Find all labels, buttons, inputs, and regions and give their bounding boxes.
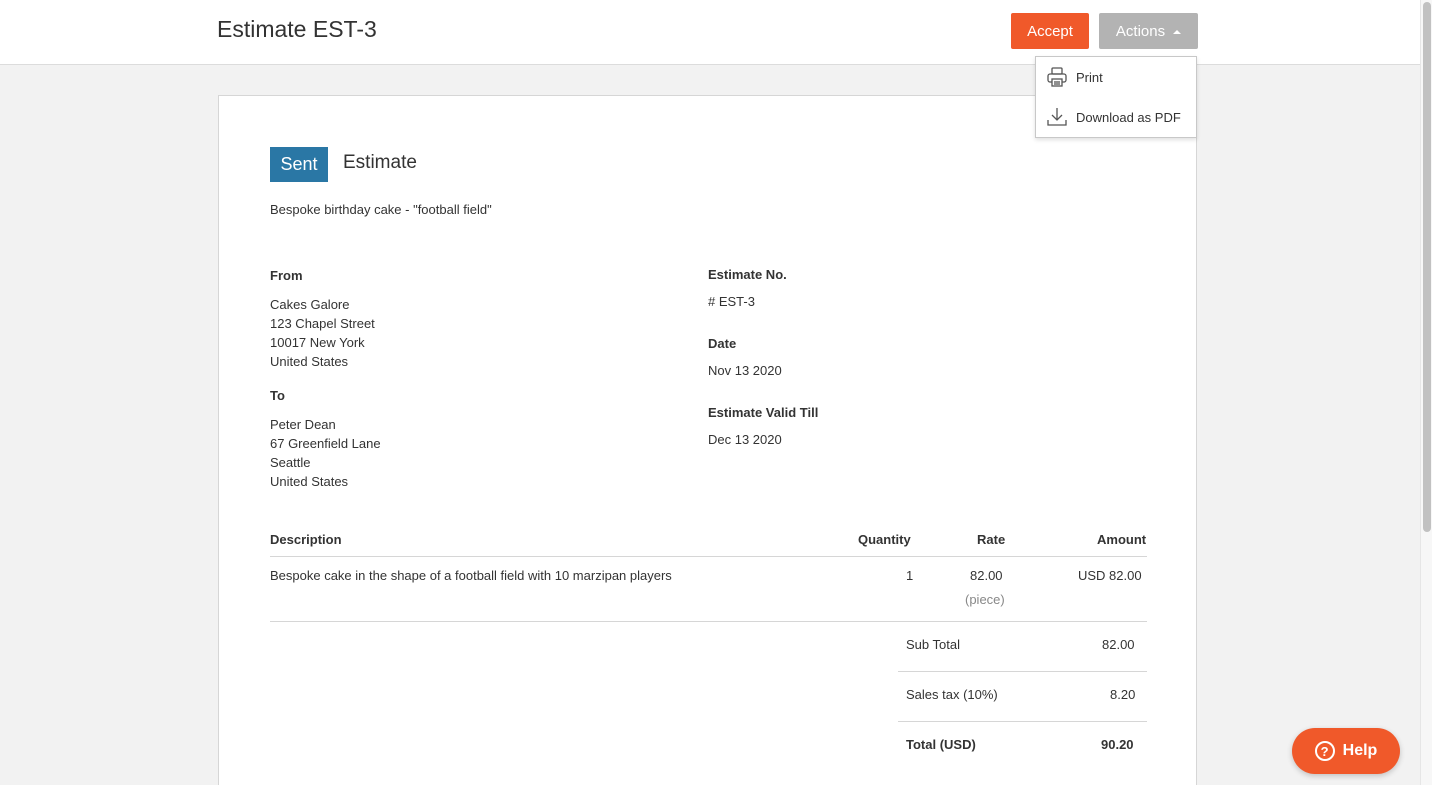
- line-item-quantity: 1: [906, 568, 914, 583]
- sub-total-label: Sub Total: [906, 637, 960, 652]
- menu-item-label: Download as PDF: [1076, 109, 1181, 125]
- menu-item-print[interactable]: Print: [1036, 57, 1196, 97]
- column-header-amount: Amount: [1097, 532, 1147, 547]
- line-item-unit: (piece): [965, 592, 1005, 607]
- printer-icon: [1047, 67, 1067, 87]
- sub-total-value: 82.00: [1102, 637, 1135, 652]
- table-row-divider: [270, 621, 1147, 622]
- column-header-quantity: Quantity: [858, 532, 911, 547]
- totals-divider: [898, 721, 1147, 722]
- page-scrollbar[interactable]: [1420, 0, 1432, 785]
- address-line: 67 Greenfield Lane: [270, 436, 381, 451]
- help-label: Help: [1342, 742, 1378, 759]
- download-icon: [1047, 108, 1067, 126]
- table-header-divider: [270, 556, 1147, 557]
- scrollbar-thumb[interactable]: [1423, 2, 1431, 532]
- to-address: Peter Dean 67 Greenfield Lane Seattle Un…: [270, 415, 381, 491]
- date-value: Nov 13 2020: [708, 363, 782, 378]
- question-icon: ?: [1314, 741, 1335, 761]
- column-header-rate: Rate: [977, 532, 1006, 547]
- actions-button-label: Actions: [1115, 22, 1166, 40]
- status-badge: Sent: [270, 147, 328, 182]
- line-item-amount: USD 82.00: [1078, 568, 1142, 583]
- totals-divider: [898, 671, 1147, 672]
- column-header-description: Description: [270, 532, 342, 547]
- address-line: Peter Dean: [270, 417, 336, 432]
- valid-till-label: Estimate Valid Till: [708, 405, 819, 420]
- from-address: Cakes Galore 123 Chapel Street 10017 New…: [270, 295, 375, 371]
- address-line: Cakes Galore: [270, 297, 350, 312]
- actions-dropdown-menu: Print Download as PDF: [1035, 56, 1197, 138]
- address-line: 123 Chapel Street: [270, 316, 375, 331]
- address-line: United States: [270, 354, 349, 369]
- total-label: Total (USD): [906, 737, 976, 752]
- address-line: United States: [270, 474, 349, 489]
- estimate-no-value: # EST-3: [708, 294, 755, 309]
- top-bar: Estimate EST-3 Accept Actions: [0, 0, 1420, 65]
- help-button[interactable]: ? Help: [1292, 728, 1400, 774]
- accept-button[interactable]: Accept: [1011, 13, 1089, 49]
- estimate-no-label: Estimate No.: [708, 267, 787, 282]
- address-line: Seattle: [270, 455, 311, 470]
- sales-tax-value: 8.20: [1110, 687, 1136, 702]
- from-label: From: [270, 268, 303, 283]
- caret-up-icon: [1173, 30, 1182, 34]
- line-item-rate: 82.00: [970, 568, 1003, 583]
- menu-item-download-pdf[interactable]: Download as PDF: [1036, 97, 1196, 137]
- menu-item-label: Print: [1076, 69, 1103, 85]
- document-type: Estimate: [343, 152, 417, 173]
- valid-till-value: Dec 13 2020: [708, 432, 782, 447]
- page-title: Estimate EST-3: [217, 16, 377, 42]
- to-label: To: [270, 388, 285, 403]
- line-item-description: Bespoke cake in the shape of a football …: [270, 568, 672, 583]
- actions-button[interactable]: Actions: [1099, 13, 1198, 49]
- address-line: 10017 New York: [270, 335, 365, 350]
- date-label: Date: [708, 336, 737, 351]
- estimate-subject: Bespoke birthday cake - "football field": [270, 202, 492, 217]
- estimate-document: Sent Estimate Bespoke birthday cake - "f…: [218, 95, 1197, 785]
- total-value: 90.20: [1101, 737, 1134, 752]
- sales-tax-label: Sales tax (10%): [906, 687, 998, 702]
